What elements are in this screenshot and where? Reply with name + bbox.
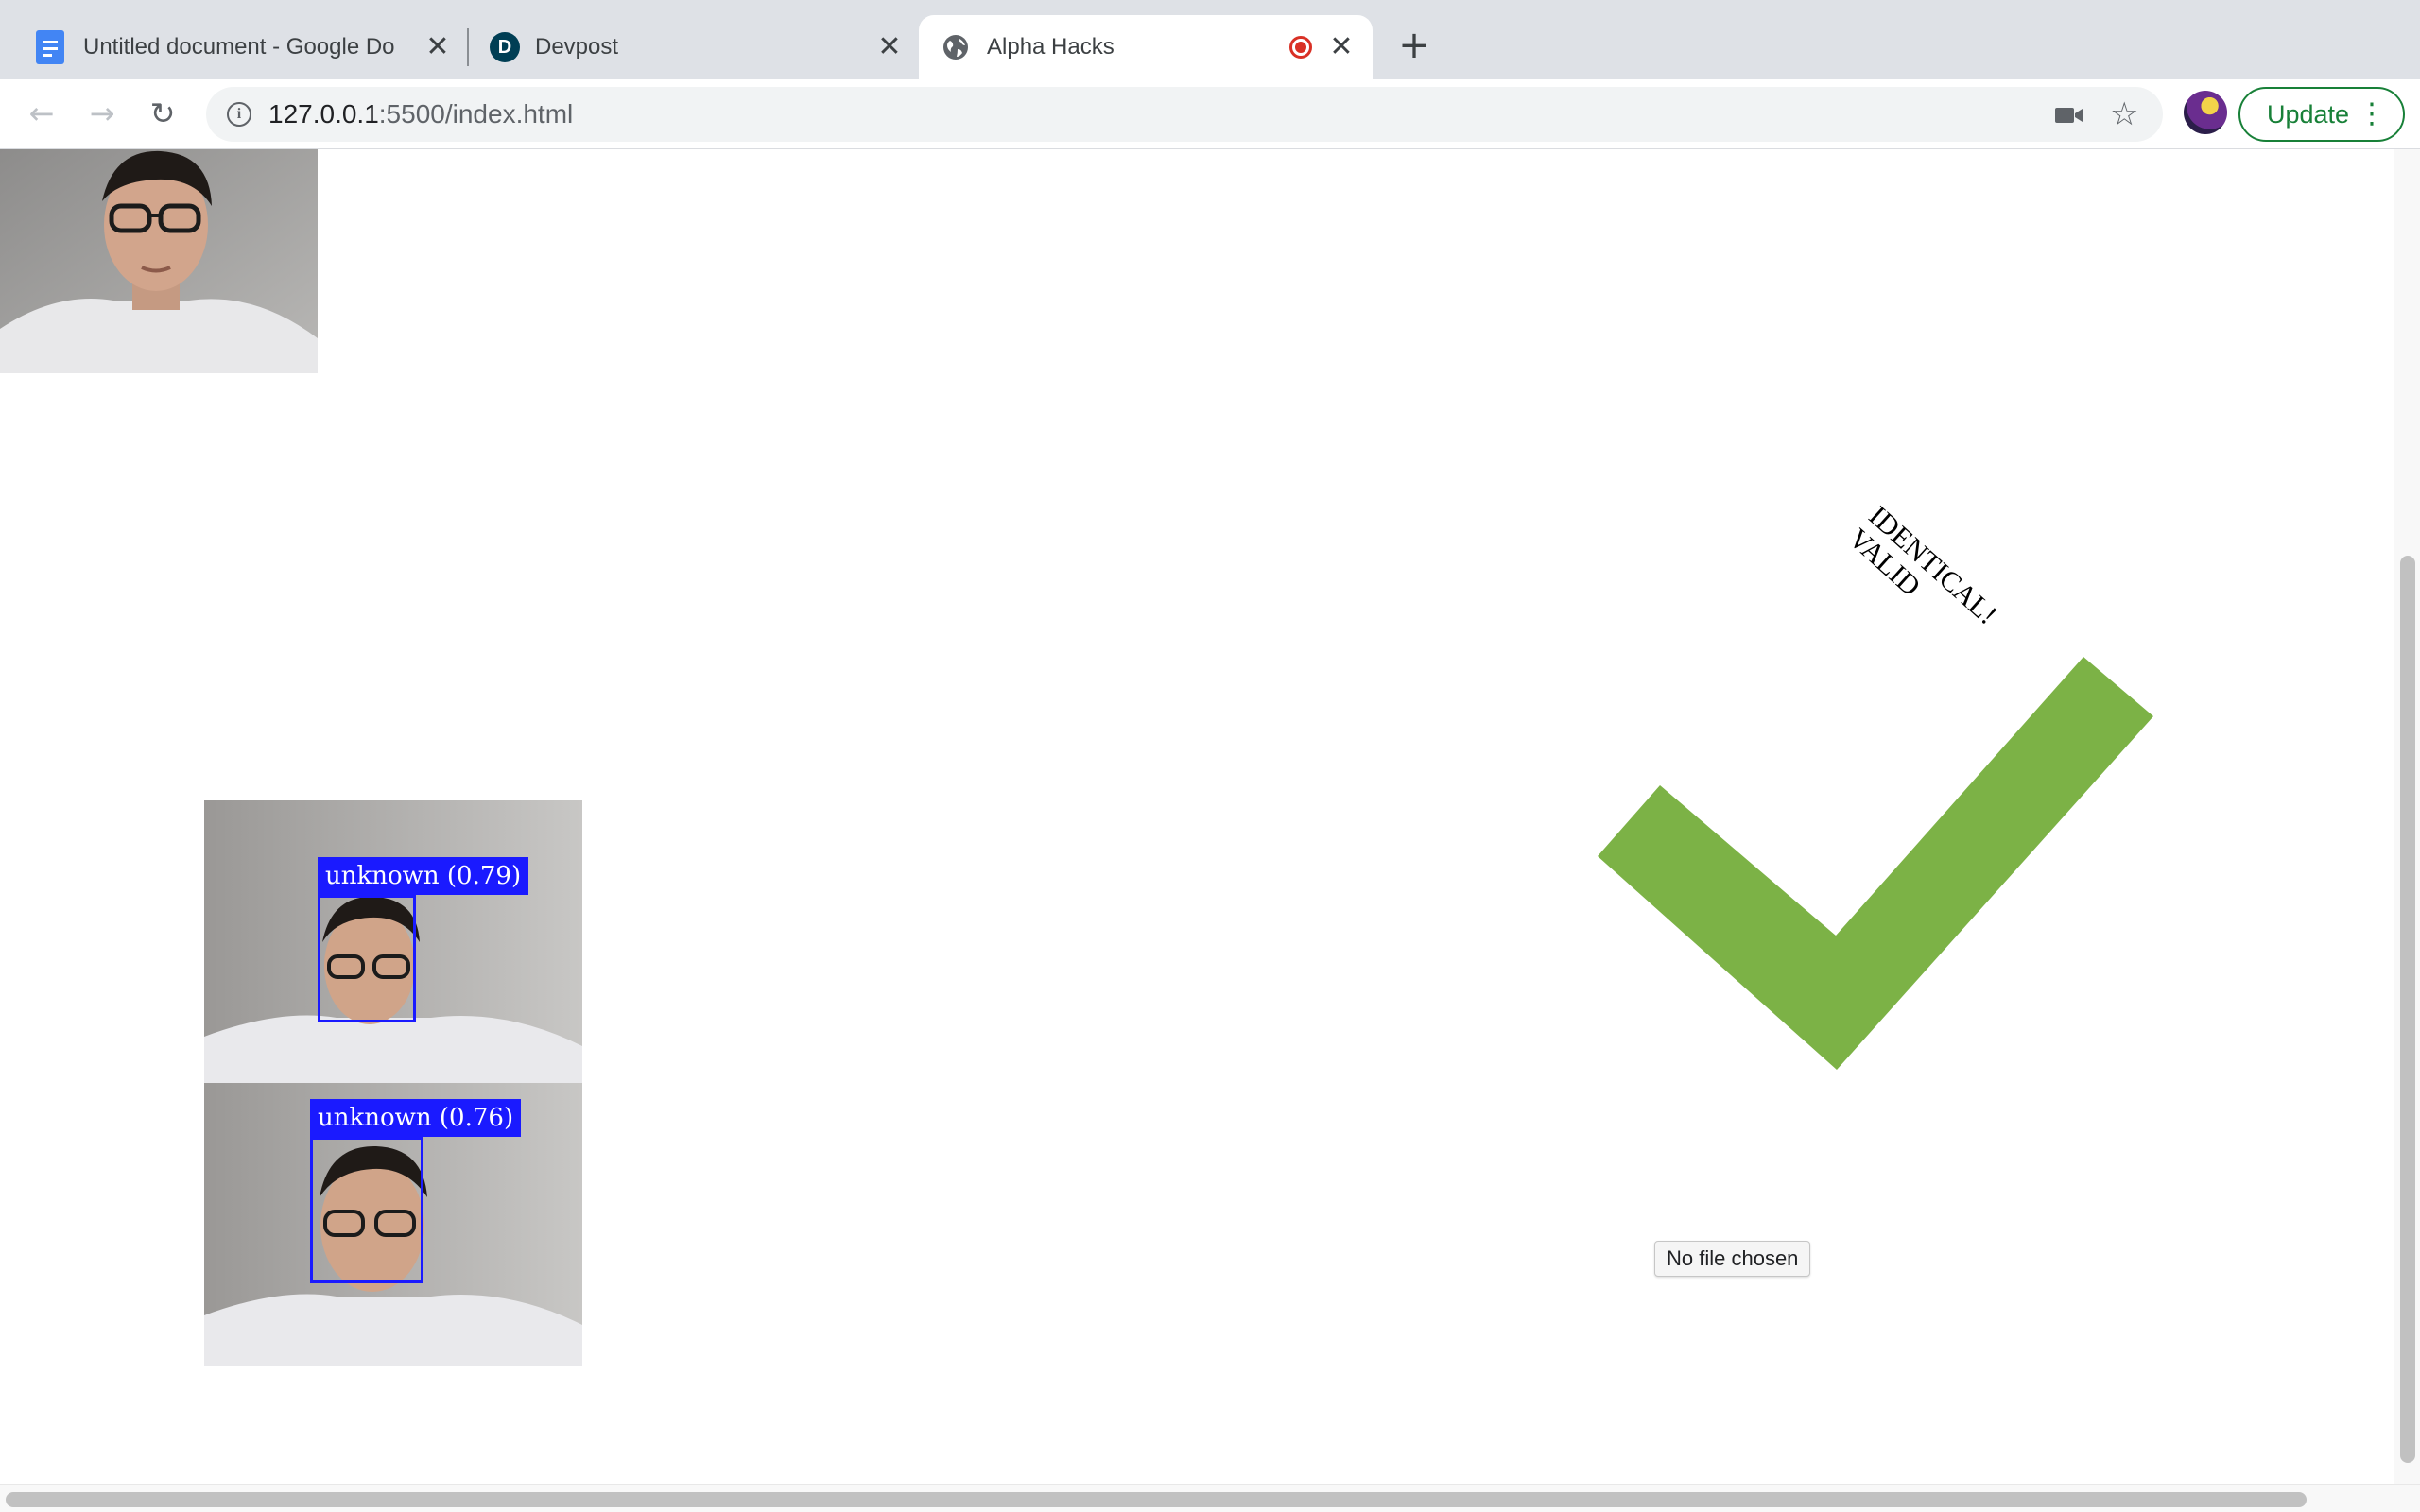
url-text[interactable]: 127.0.0.1:5500/index.html bbox=[268, 87, 573, 142]
update-label: Update bbox=[2267, 100, 2350, 129]
face-label: unknown (0.76) bbox=[310, 1099, 522, 1137]
file-input[interactable]: No file chosen bbox=[1654, 1241, 1811, 1277]
tab-separator bbox=[467, 28, 469, 66]
page-content: unknown (0.79) unknown (0.76) IDENTICAL!… bbox=[0, 149, 2394, 1484]
site-info-icon[interactable]: i bbox=[227, 102, 251, 127]
horizontal-scrollbar[interactable] bbox=[0, 1484, 2420, 1512]
new-tab-button[interactable]: + bbox=[1395, 26, 1433, 64]
google-docs-icon bbox=[36, 30, 64, 64]
webcam-preview bbox=[0, 149, 318, 373]
camera-in-use-icon[interactable] bbox=[2055, 106, 2083, 125]
verification-status-text: IDENTICAL! VALID bbox=[1842, 500, 2003, 653]
tab-alpha-hacks[interactable]: Alpha Hacks ✕ bbox=[919, 15, 1373, 79]
tab-title: Untitled document - Google Do bbox=[83, 34, 395, 60]
vertical-scrollbar[interactable] bbox=[2394, 149, 2420, 1484]
vertical-scroll-thumb[interactable] bbox=[2400, 556, 2415, 1463]
face-label: unknown (0.79) bbox=[318, 857, 529, 895]
close-icon[interactable]: ✕ bbox=[424, 33, 452, 61]
tab-devpost[interactable]: D Devpost ✕ bbox=[475, 15, 919, 79]
tab-strip: Untitled document - Google Do ✕ D Devpos… bbox=[0, 0, 2420, 79]
close-icon[interactable]: ✕ bbox=[1327, 33, 1356, 61]
address-bar[interactable]: i 127.0.0.1:5500/index.html ☆ bbox=[206, 87, 2163, 142]
url-host: 127.0.0.1 bbox=[268, 99, 379, 129]
recording-indicator-icon bbox=[1289, 36, 1312, 59]
profile-avatar[interactable] bbox=[2184, 91, 2227, 134]
globe-icon bbox=[943, 35, 968, 60]
browser-toolbar: ← → ↻ i 127.0.0.1:5500/index.html ☆ Upda… bbox=[0, 79, 2420, 149]
face-bounding-box bbox=[318, 895, 416, 1022]
devpost-icon: D bbox=[490, 32, 520, 62]
menu-kebab-icon[interactable]: ⋮ bbox=[2358, 89, 2386, 140]
face-detection-image: unknown (0.79) unknown (0.76) bbox=[204, 800, 582, 1366]
checkmark-icon bbox=[1598, 657, 2153, 1070]
bookmark-star-icon[interactable]: ☆ bbox=[2110, 96, 2138, 132]
reload-button[interactable]: ↻ bbox=[144, 94, 182, 132]
face-bounding-box bbox=[310, 1137, 424, 1283]
update-button[interactable]: Update ⋮ bbox=[2238, 87, 2405, 142]
tab-google-docs[interactable]: Untitled document - Google Do ✕ bbox=[23, 15, 458, 79]
tab-title: Alpha Hacks bbox=[987, 34, 1115, 60]
back-button[interactable]: ← bbox=[23, 94, 60, 132]
horizontal-scroll-thumb[interactable] bbox=[6, 1492, 2307, 1507]
close-icon[interactable]: ✕ bbox=[875, 33, 904, 61]
forward-button[interactable]: → bbox=[83, 94, 121, 132]
url-path: :5500/index.html bbox=[378, 99, 574, 129]
tab-title: Devpost bbox=[535, 34, 619, 60]
